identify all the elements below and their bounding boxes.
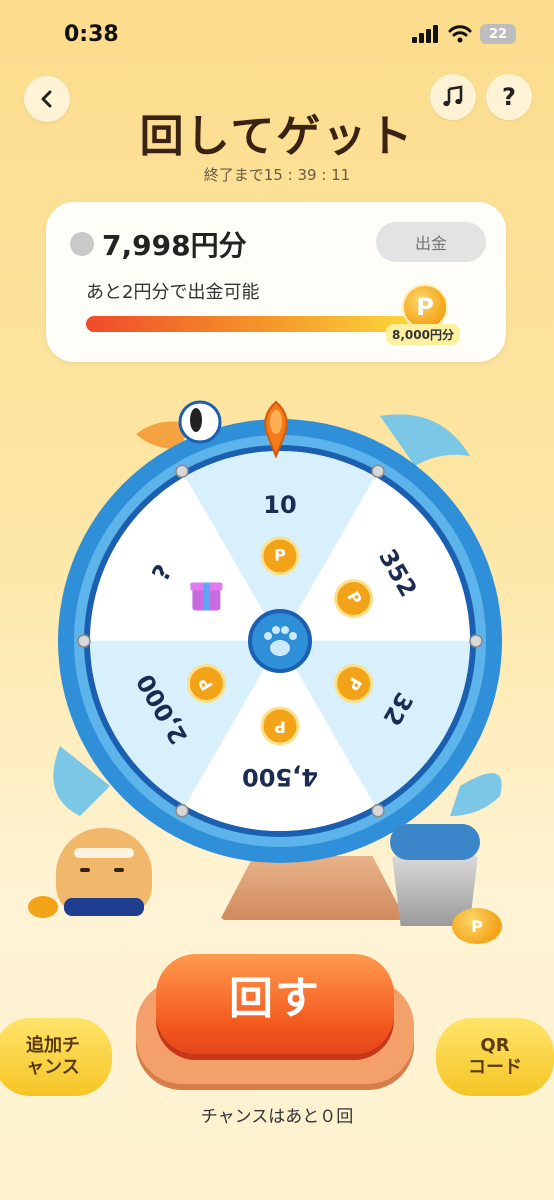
status-icons: 22 [412, 24, 516, 44]
wheel-rivet [175, 464, 189, 479]
coin-icon: P [186, 664, 226, 703]
spin-button[interactable]: 回す [156, 954, 394, 1054]
fish-fin-right [450, 773, 502, 816]
countdown-timer: 終了まで15 : 39 : 11 [203, 166, 351, 184]
wheel-graphic: 10P 352P32P4,500P2,000 P? [53, 400, 502, 863]
wifi-icon [448, 25, 472, 43]
prize-wheel: 10 P 352 P 32 P 4,500 P 2,000 P? P [28, 396, 520, 944]
signal-icon [412, 25, 438, 43]
goal-label: 8,000円分 [386, 324, 460, 345]
wheel-segment-label: 4,500 [242, 763, 318, 791]
gift-icon [190, 582, 223, 611]
coin-icon: P [334, 664, 374, 703]
qr-label-2: コード [468, 1057, 522, 1078]
balance-card: 7,998円分 出金 あと2円分で出金可能 P 8,000円分 [46, 202, 506, 362]
wheel-rivet [175, 803, 189, 818]
fish-icon [390, 824, 480, 860]
progress-bar [86, 316, 430, 332]
wheel-segment-label: 10 [263, 491, 296, 519]
extra-chance-label-1: 追加チ [26, 1035, 80, 1056]
coin-icon: P [452, 908, 502, 944]
svg-text:P: P [274, 546, 286, 565]
wheel-rivet [371, 464, 385, 479]
extra-chance-button[interactable]: 追加チ ャンス [0, 1018, 112, 1096]
status-time: 0:38 [64, 22, 119, 47]
coin-icon [28, 896, 58, 918]
wheel-rivet [469, 634, 483, 648]
balance-amount: 7,998円分 [102, 229, 247, 262]
svg-text:P: P [274, 718, 286, 737]
coin-icon: P [334, 579, 374, 618]
withdraw-hint: あと2円分で出金可能 [86, 282, 260, 303]
page-title: 回してゲット [139, 111, 415, 162]
withdraw-button[interactable]: 出金 [376, 222, 486, 262]
fish-eye [178, 400, 222, 444]
coin-icon: P [260, 536, 300, 576]
qr-label-1: QR [480, 1035, 510, 1056]
coin-icon: P [260, 706, 300, 746]
wheel-rivet [371, 803, 385, 818]
avatar [70, 232, 94, 256]
cat-mascot [56, 828, 152, 916]
battery-icon: 22 [480, 24, 516, 44]
extra-chance-label-2: ャンス [26, 1057, 80, 1078]
wheel-rivet [77, 634, 91, 648]
remaining-chances: チャンスはあと０回 [200, 1107, 354, 1127]
qr-code-button[interactable]: QR コード [436, 1018, 554, 1096]
